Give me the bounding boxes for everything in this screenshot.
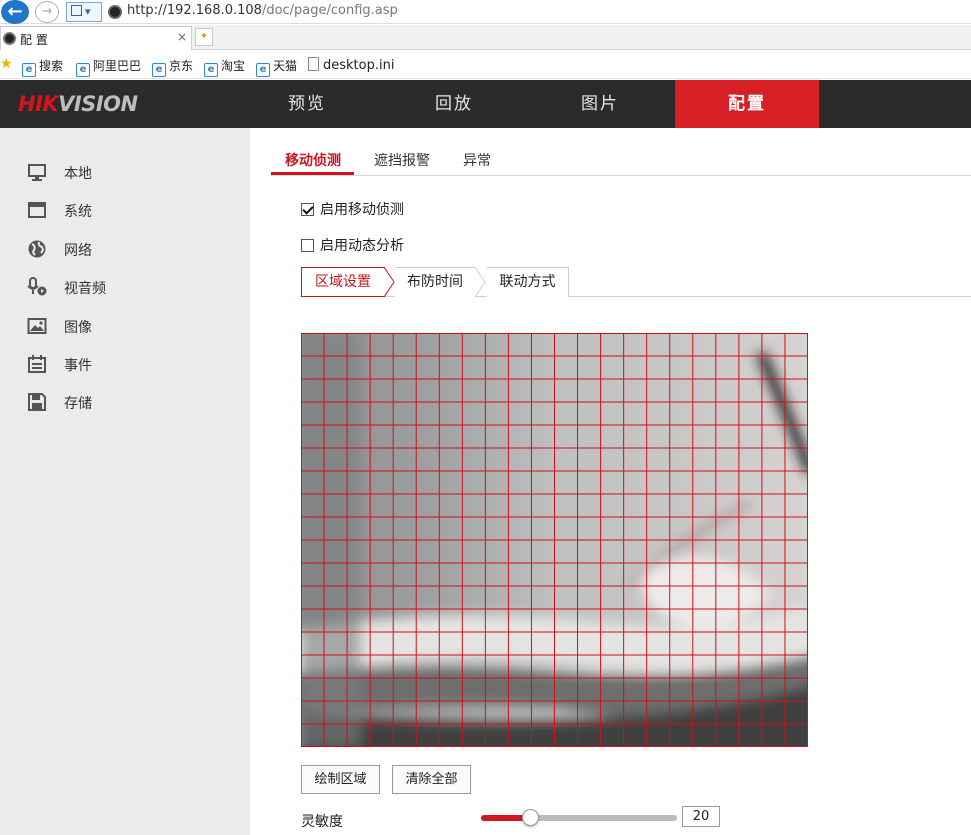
favorites-star-icon[interactable]: ★ (0, 56, 13, 72)
enable-dynamic-row[interactable]: 启用动态分析 (301, 235, 404, 254)
sidebar-item-label: 网络 (64, 243, 92, 259)
window-icon (28, 202, 46, 218)
ie-icon: e (256, 63, 270, 77)
motion-grid-canvas[interactable] (301, 333, 808, 747)
new-tab-button[interactable]: ✦ (195, 28, 213, 46)
tab-bar: 配 置 × ✦ (0, 25, 971, 50)
draw-area-button[interactable]: 绘制区域 (301, 765, 380, 794)
video-preview[interactable] (301, 333, 808, 747)
sidebar-item-local[interactable]: 本地 (0, 155, 250, 189)
url-host: http://192.168.0.108 (127, 3, 262, 18)
favorite-item[interactable]: e 淘宝 (204, 57, 245, 77)
url-field[interactable]: http://192.168.0.108/doc/page/config.asp (127, 3, 398, 18)
document-icon (308, 57, 319, 71)
url-path: /doc/page/config.asp (261, 3, 398, 18)
shield-icon (71, 5, 82, 16)
compatibility-view-button[interactable]: ▾ (66, 2, 102, 22)
nav-preview[interactable]: 预览 (235, 80, 379, 128)
chevron-right-icon (475, 267, 486, 297)
favorite-item[interactable]: desktop.ini (308, 57, 394, 73)
favorites-bar: ★ e 搜索 e 阿里巴巴 e 京东 e 淘宝 e 天猫 desktop.ini (0, 51, 971, 79)
forward-button[interactable]: → (35, 1, 59, 23)
browser-tab[interactable]: 配 置 × (0, 26, 192, 50)
favorite-item[interactable]: e 天猫 (256, 57, 297, 77)
nav-picture[interactable]: 图片 (528, 80, 672, 128)
ie-icon: e (22, 63, 36, 77)
favorite-item[interactable]: e 京东 (152, 57, 193, 77)
sidebar-item-network[interactable]: 网络 (0, 232, 250, 266)
chevron-down-icon: ▾ (85, 5, 91, 18)
tab-tamper-alarm[interactable]: 遮挡报警 (374, 150, 430, 170)
active-tab-underline (271, 172, 354, 175)
config-tabs: 移动侦测 遮挡报警 异常 (271, 144, 971, 176)
sidebar-item-system[interactable]: 系统 (0, 193, 250, 227)
tab-title: 配 置 (20, 33, 48, 47)
sidebar-item-label: 本地 (64, 166, 92, 182)
sub-tabs: 区域设置 布防时间 联动方式 (301, 267, 971, 297)
hikvision-logo: HIKVISION (18, 92, 138, 116)
site-favicon-icon (108, 5, 122, 19)
sidebar-item-label: 事件 (64, 358, 92, 374)
sidebar-item-storage[interactable]: 存储 (0, 385, 250, 419)
sidebar-item-label: 存储 (64, 396, 92, 412)
app-header: HIKVISION 预览 回放 图片 配置 (0, 80, 971, 128)
image-icon (27, 318, 47, 334)
favorite-item[interactable]: e 搜索 (22, 57, 63, 77)
enable-dynamic-label: 启用动态分析 (320, 238, 404, 254)
clear-all-button[interactable]: 清除全部 (392, 765, 471, 794)
globe-icon (28, 240, 46, 258)
monitor-icon (28, 164, 46, 181)
sidebar-item-label: 系统 (64, 204, 92, 220)
ie-icon: e (152, 63, 166, 77)
enable-motion-checkbox[interactable] (301, 203, 314, 216)
enable-motion-row[interactable]: 启用移动侦测 (301, 199, 404, 218)
sidebar-item-video-audio[interactable]: 视音频 (0, 270, 250, 304)
enable-motion-label: 启用移动侦测 (320, 202, 404, 218)
floppy-icon (28, 393, 46, 411)
sensitivity-slider-track[interactable] (481, 815, 677, 821)
subtab-area-settings[interactable]: 区域设置 (301, 267, 385, 297)
nav-configuration[interactable]: 配置 (675, 80, 819, 128)
sidebar-item-event[interactable]: 事件 (0, 347, 250, 381)
close-tab-icon[interactable]: × (177, 30, 187, 44)
ie-icon: e (76, 63, 90, 77)
sidebar-item-label: 图像 (64, 320, 92, 336)
sensitivity-slider-thumb[interactable] (521, 809, 539, 826)
nav-playback[interactable]: 回放 (382, 80, 526, 128)
sensitivity-label: 灵敏度 (301, 814, 343, 830)
sensitivity-input[interactable]: 20 (682, 806, 720, 827)
sidebar-item-label: 视音频 (64, 281, 106, 297)
calendar-icon (28, 355, 46, 373)
favorite-item[interactable]: e 阿里巴巴 (76, 57, 141, 77)
tab-exception[interactable]: 异常 (463, 150, 491, 170)
back-button[interactable]: ← (1, 0, 29, 24)
subtab-linkage-method[interactable]: 联动方式 (487, 267, 569, 297)
tab-motion-detection[interactable]: 移动侦测 (285, 150, 341, 170)
ie-icon: e (204, 63, 218, 77)
sidebar: 本地 系统 网络 视音频 图像 事件 存储 (0, 128, 250, 835)
subtab-arming-schedule[interactable]: 布防时间 (395, 267, 475, 297)
address-bar: ← → ▾ http://192.168.0.108/doc/page/conf… (0, 0, 971, 24)
microphone-icon (27, 277, 47, 296)
enable-dynamic-checkbox[interactable] (301, 239, 314, 252)
tab-favicon-icon (3, 32, 16, 45)
sidebar-item-image[interactable]: 图像 (0, 309, 250, 343)
